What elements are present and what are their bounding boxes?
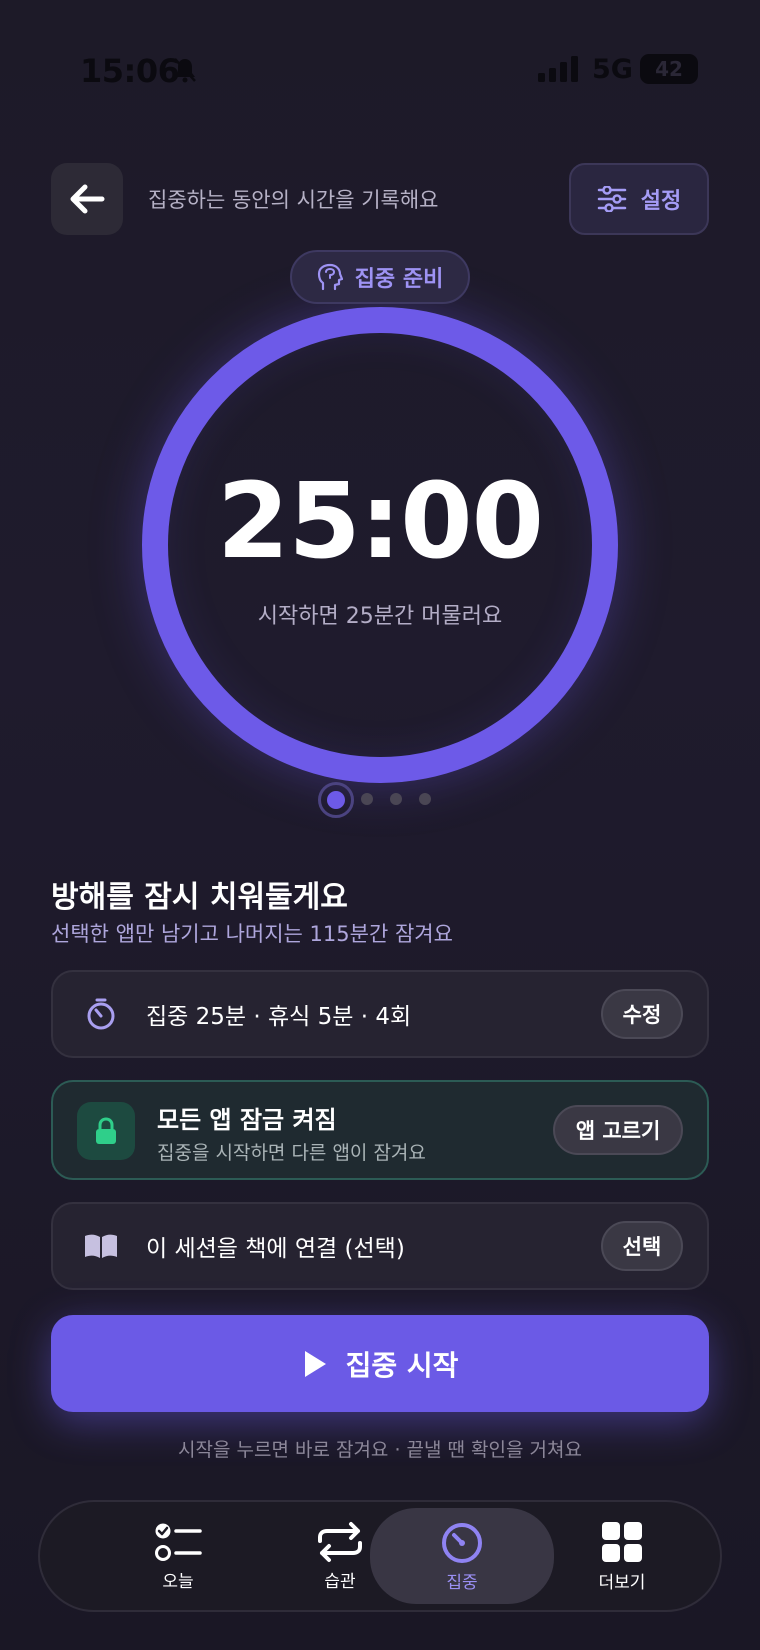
book-icon	[85, 1234, 117, 1258]
start-hint: 시작을 누르면 바로 잠겨요 · 끝낼 땐 확인을 거쳐요	[178, 1439, 582, 1461]
app-lock-subtitle: 집중을 시작하면 다른 앱이 잠겨요	[157, 1142, 426, 1164]
nav-label: 집중	[446, 1572, 478, 1593]
nav-label: 오늘	[162, 1571, 194, 1592]
pager-dot[interactable]	[419, 793, 431, 805]
play-icon	[304, 1350, 326, 1377]
lock-icon	[96, 1117, 116, 1144]
head-brain-icon	[317, 263, 343, 291]
select-book-button[interactable]: 선택	[601, 1221, 683, 1271]
battery-indicator: 42	[640, 54, 698, 84]
nav-label: 습관	[324, 1571, 356, 1592]
app-lock-card: 모든 앱 잠금 켜짐 집중을 시작하면 다른 앱이 잠겨요 앱 고르기	[51, 1080, 709, 1180]
section-title: 방해를 잠시 치워둘게요	[51, 880, 348, 915]
signal-icon	[538, 56, 578, 82]
arrow-left-icon	[70, 184, 105, 214]
book-link-card: 이 세션을 책에 연결 (선택) 선택	[51, 1202, 709, 1290]
timer-display: 25:00	[216, 460, 544, 582]
choose-apps-button[interactable]: 앱 고르기	[553, 1105, 683, 1155]
bell-muted-icon	[174, 58, 196, 83]
focus-ready-label: 집중 준비	[354, 267, 444, 292]
status-time: 15:06	[80, 52, 180, 90]
settings-button[interactable]: 설정	[569, 163, 709, 235]
nav-item-focus[interactable]: 집중	[370, 1508, 554, 1604]
focus-ready-chip: 집중 준비	[290, 250, 470, 304]
network-type: 5G	[592, 54, 633, 85]
edit-schedule-button[interactable]: 수정	[601, 989, 683, 1039]
lock-icon-box	[77, 1102, 135, 1160]
pager-dot[interactable]	[390, 793, 402, 805]
start-focus-label: 집중 시작	[345, 1348, 459, 1382]
timer-icon	[442, 1522, 482, 1563]
section-subtitle: 선택한 앱만 남기고 나머지는 115분간 잠겨요	[51, 922, 453, 946]
pager-dot-active[interactable]	[318, 782, 354, 818]
timer-icon	[87, 998, 115, 1030]
nav-item-today[interactable]: 오늘	[98, 1502, 258, 1610]
settings-label: 설정	[640, 189, 682, 214]
nav-item-more[interactable]: 더보기	[542, 1502, 702, 1610]
pager-dot[interactable]	[361, 793, 373, 805]
sliders-icon	[597, 186, 626, 212]
start-focus-button[interactable]: 집중 시작	[51, 1315, 709, 1412]
app-lock-title: 모든 앱 잠금 켜짐	[157, 1106, 337, 1134]
repeat-icon	[318, 1521, 362, 1562]
checklist-icon	[155, 1523, 202, 1561]
book-link-text: 이 세션을 책에 연결 (선택)	[146, 1236, 405, 1262]
bottom-nav: 오늘 습관 집중 더보기	[38, 1500, 722, 1612]
timer-subtitle: 시작하면 25분간 머물러요	[257, 604, 503, 629]
schedule-card: 집중 25분 · 휴식 5분 · 4회 수정	[51, 970, 709, 1058]
back-button[interactable]	[51, 163, 123, 235]
schedule-text: 집중 25분 · 휴식 5분 · 4회	[146, 1004, 412, 1030]
header-subtitle: 집중하는 동안의 시간을 기록해요	[148, 188, 439, 212]
nav-label: 더보기	[598, 1572, 646, 1593]
grid-icon	[602, 1521, 642, 1562]
